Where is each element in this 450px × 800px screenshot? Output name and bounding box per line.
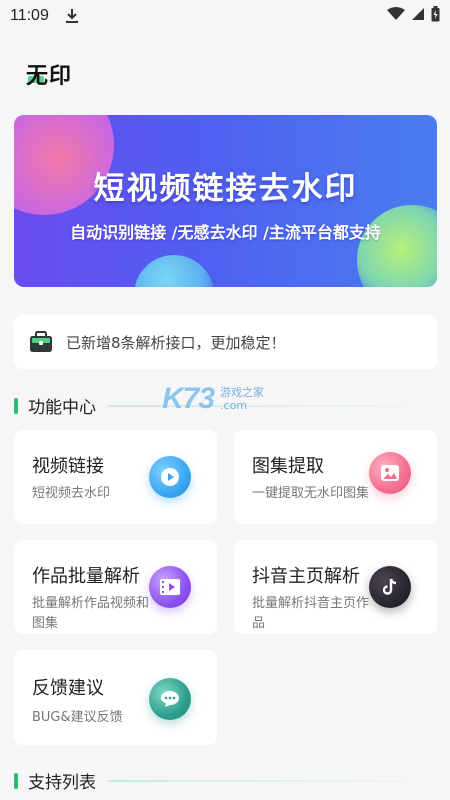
notice-bar[interactable]: 已新增8条解析接口，更加稳定！ <box>14 315 437 369</box>
wifi-icon <box>387 7 405 25</box>
section-accent-bar <box>14 772 18 789</box>
card-douyin-profile[interactable]: 抖音主页解析 批量解析抖音主页作品 <box>234 540 437 634</box>
briefcase-icon <box>28 330 54 354</box>
app-title-text: 无印 <box>26 64 73 89</box>
download-icon <box>65 8 79 24</box>
card-title: 作品批量解析 <box>32 566 140 587</box>
card-title: 图集提取 <box>252 456 324 477</box>
card-description: 批量解析抖音主页作品 <box>252 596 370 631</box>
chat-icon <box>149 678 191 720</box>
card-description: BUG&建议反馈 <box>32 710 123 725</box>
tiktok-icon <box>369 566 411 608</box>
card-title: 反馈建议 <box>32 678 104 699</box>
banner-subtitle: 自动识别链接 /无感去水印 /主流平台都支持 <box>70 223 381 242</box>
signal-icon <box>411 7 425 25</box>
image-icon <box>369 452 411 494</box>
status-time: 11:09 <box>10 7 49 24</box>
card-gallery-extract[interactable]: 图集提取 一键提取无水印图集 <box>234 430 437 524</box>
watermark-text: 游戏之家 .com <box>220 386 264 412</box>
card-feedback[interactable]: 反馈建议 BUG&建议反馈 <box>14 650 217 745</box>
card-description: 批量解析作品视频和图集 <box>32 596 150 631</box>
notice-text: 已新增8条解析接口，更加稳定！ <box>66 333 286 352</box>
watermark-logo: K73 <box>162 382 215 415</box>
card-batch-parse[interactable]: 作品批量解析 批量解析作品视频和图集 <box>14 540 217 634</box>
banner-title: 短视频链接去水印 <box>93 171 358 207</box>
banner-decoration <box>357 205 437 287</box>
section-header-supported: 支持列表 <box>14 768 408 793</box>
watermark-line1: 游戏之家 <box>220 386 265 399</box>
promo-banner[interactable]: 短视频链接去水印 自动识别链接 /无感去水印 /主流平台都支持 <box>14 115 437 287</box>
card-video-link[interactable]: 视频链接 短视频去水印 <box>14 430 217 524</box>
section-title: 功能中心 <box>28 398 96 418</box>
card-title: 视频链接 <box>32 456 104 477</box>
battery-icon <box>431 6 440 26</box>
status-bar: 11:09 <box>0 0 450 32</box>
section-accent-bar <box>14 397 18 414</box>
app-title: 无印 <box>26 58 72 90</box>
site-watermark: K73 游戏之家 .com <box>162 382 264 416</box>
card-description: 一键提取无水印图集 <box>252 486 370 501</box>
video-list-icon <box>149 566 191 608</box>
card-description: 短视频去水印 <box>32 486 111 501</box>
section-divider <box>108 779 408 782</box>
banner-decoration <box>134 255 214 287</box>
card-title: 抖音主页解析 <box>252 566 360 587</box>
play-icon <box>149 456 191 498</box>
watermark-line2: .com <box>220 399 248 412</box>
section-title: 支持列表 <box>28 773 96 793</box>
